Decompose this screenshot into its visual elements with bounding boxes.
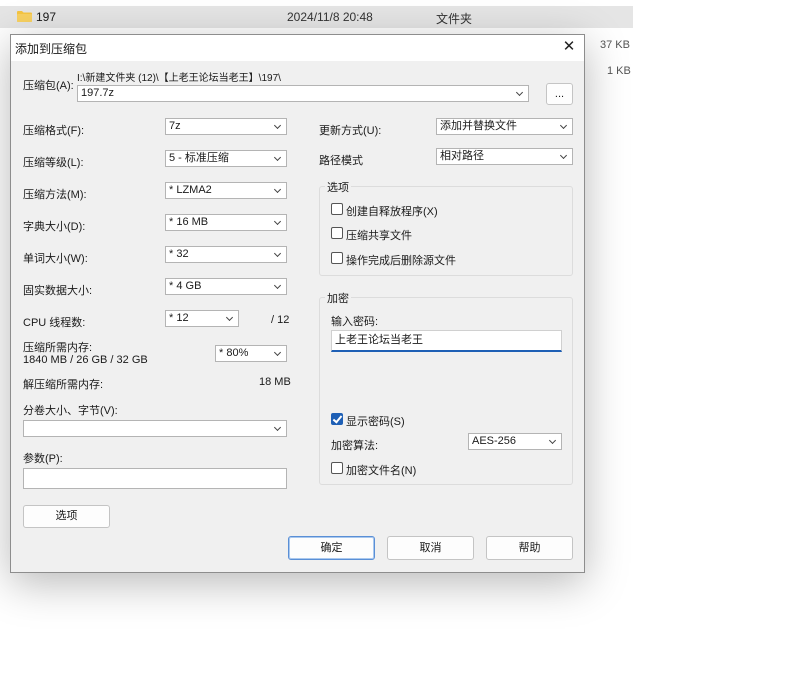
dict-select[interactable]: * 16 MB [165,214,287,231]
word-select[interactable]: * 32 [165,246,287,263]
archive-filename: 197.7z [81,87,115,99]
word-value: * 32 [169,248,189,260]
update-value: 添加并替换文件 [440,120,517,132]
cancel-button[interactable]: 取消 [387,536,474,560]
chevron-down-icon [559,151,568,160]
chevron-down-icon [273,185,282,194]
pathmode-value: 相对路径 [440,150,484,162]
ok-button[interactable]: 确定 [288,536,375,560]
close-icon: ✕ [562,38,576,55]
chevron-down-icon [559,121,568,130]
memory-label: 压缩所需内存: [23,342,93,354]
encryption-group-title: 加密 [325,290,351,306]
file-date: 2024/11/8 20:48 [287,10,373,24]
memory-detail: 1840 MB / 26 GB / 32 GB [23,354,148,366]
file-type: 文件夹 [436,12,473,26]
chevron-down-icon [273,153,282,162]
chevron-down-icon [273,348,282,357]
browse-button[interactable]: ... [546,83,573,105]
threads-max: / 12 [271,314,290,326]
solid-select[interactable]: * 4 GB [165,278,287,295]
dialog-title: 添加到压缩包 [15,42,88,56]
method-value: * LZMA2 [169,184,212,196]
encryption-method-value: AES-256 [472,435,517,447]
format-label: 压缩格式(F): [23,125,85,137]
memory-select[interactable]: * 80% [215,345,287,362]
chevron-down-icon [548,436,557,445]
encryption-method-label: 加密算法: [331,440,379,452]
level-select[interactable]: 5 - 标准压缩 [165,150,287,167]
word-label: 单词大小(W): [23,253,88,265]
params-label: 参数(P): [23,453,63,465]
file-size: 1 KB [607,65,631,77]
chevron-down-icon [273,249,282,258]
update-select[interactable]: 添加并替换文件 [436,118,573,135]
title-bar: 添加到压缩包 ✕ [11,35,584,61]
shared-checkbox[interactable] [331,227,343,239]
decompress-label: 解压缩所需内存: [23,379,104,391]
format-value: 7z [169,120,181,132]
encrypt-names-checkbox[interactable] [331,462,343,474]
decompress-value: 18 MB [259,376,291,388]
method-label: 压缩方法(M): [23,189,87,201]
password-label: 输入密码: [331,316,379,328]
password-input[interactable]: 上老王论坛当老王 [331,330,562,352]
delete-source-checkbox[interactable] [331,252,343,264]
chevron-down-icon [273,281,282,290]
params-input[interactable] [23,468,287,489]
add-to-archive-dialog: 添加到压缩包 ✕ 压缩包(A): I:\新建文件夹 (12)\【上老王论坛当老王… [10,34,585,573]
file-size: 37 KB [600,39,630,51]
volume-select[interactable] [23,420,287,437]
level-value: 5 - 标准压缩 [169,152,229,164]
archive-filename-combo[interactable]: 197.7z [77,85,529,102]
pathmode-label: 路径模式 [319,155,363,167]
threads-select[interactable]: * 12 [165,310,239,327]
close-button[interactable]: ✕ [554,35,584,59]
chevron-down-icon [225,313,234,322]
show-password-checkbox[interactable] [331,413,343,425]
archive-label: 压缩包(A): [23,80,74,92]
folder-icon [17,11,32,22]
delete-source-label: 操作完成后删除源文件 [346,255,456,267]
dict-label: 字典大小(D): [23,221,86,233]
archive-path: I:\新建文件夹 (12)\【上老王论坛当老王】\197\ [77,73,281,84]
solid-value: * 4 GB [169,280,202,292]
chevron-down-icon [273,121,282,130]
volume-label: 分卷大小、字节(V): [23,405,118,417]
solid-label: 固实数据大小: [23,285,93,297]
threads-value: * 12 [169,312,189,324]
options-group-title: 选项 [325,179,351,195]
method-select[interactable]: * LZMA2 [165,182,287,199]
shared-label: 压缩共享文件 [346,230,412,242]
dict-value: * 16 MB [169,216,209,228]
level-label: 压缩等级(L): [23,157,84,169]
help-button[interactable]: 帮助 [486,536,573,560]
chevron-down-icon [515,88,524,97]
chevron-down-icon [273,423,282,432]
update-label: 更新方式(U): [319,125,382,137]
encrypt-names-label: 加密文件名(N) [346,465,417,477]
options-button[interactable]: 选项 [23,505,110,528]
format-select[interactable]: 7z [165,118,287,135]
pathmode-select[interactable]: 相对路径 [436,148,573,165]
memory-value: * 80% [219,347,249,359]
chevron-down-icon [273,217,282,226]
encryption-method-select[interactable]: AES-256 [468,433,562,450]
explorer-file-row[interactable]: 197 2024/11/8 20:48 文件夹 [0,6,633,28]
file-name: 197 [36,10,57,24]
sfx-label: 创建自释放程序(X) [346,206,438,218]
sfx-checkbox[interactable] [331,203,343,215]
show-password-label: 显示密码(S) [346,416,405,428]
threads-label: CPU 线程数: [23,317,86,329]
